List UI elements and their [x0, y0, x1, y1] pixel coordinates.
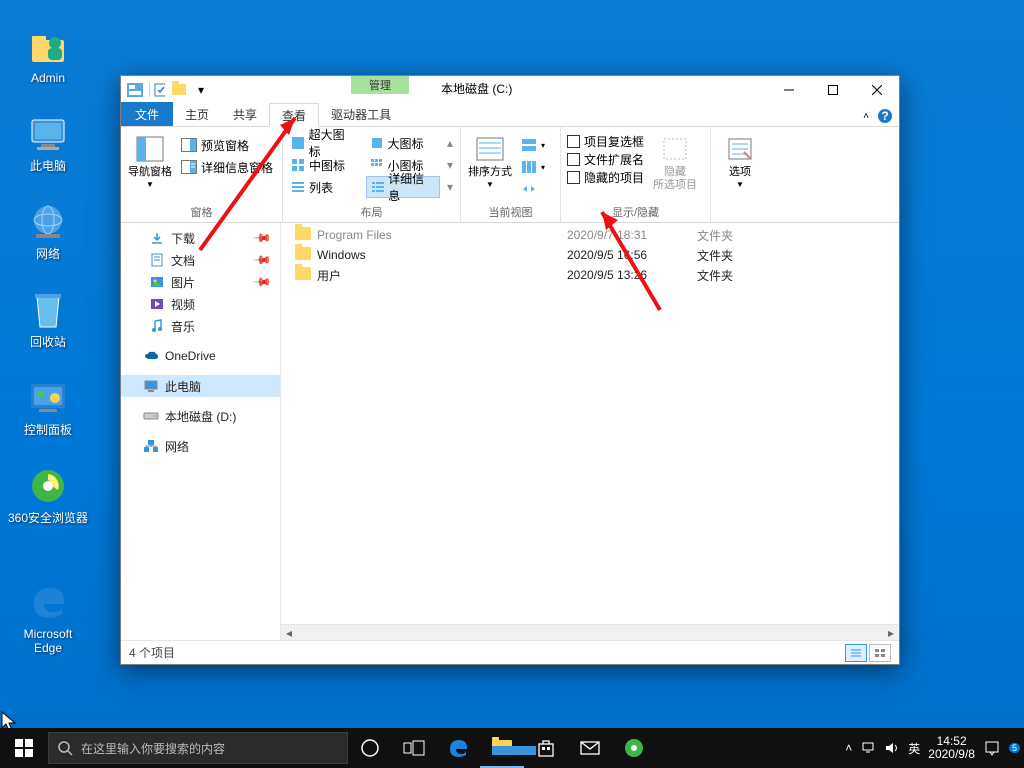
nav-music[interactable]: 音乐	[121, 315, 280, 337]
desktop-icon-360-browser[interactable]: 360安全浏览器	[5, 464, 91, 525]
status-bar: 4 个项目	[121, 640, 899, 664]
options-button[interactable]: 选项 ▼	[715, 130, 765, 189]
nav-disk-d[interactable]: 本地磁盘 (D:)	[121, 405, 280, 427]
nav-videos[interactable]: 视频	[121, 293, 280, 315]
hide-selected-button[interactable]: 隐藏 所选项目	[648, 130, 702, 192]
taskbar-mail-icon[interactable]	[568, 728, 612, 768]
help-icon[interactable]: ?	[877, 108, 893, 124]
tab-home[interactable]: 主页	[173, 102, 221, 126]
desktop-icon-edge[interactable]: Microsoft Edge	[11, 580, 85, 655]
360-browser-icon	[26, 464, 70, 508]
horizontal-scrollbar[interactable]: ◂ ▸	[281, 624, 899, 640]
group-by-button[interactable]: ▾	[517, 134, 549, 156]
recycle-bin-icon	[26, 288, 70, 332]
taskbar-taskview-icon[interactable]	[392, 728, 436, 768]
tray-clock[interactable]: 14:52 2020/9/8	[928, 735, 975, 761]
nav-downloads[interactable]: 下载📌	[121, 227, 280, 249]
close-button[interactable]	[855, 76, 899, 103]
context-tab-label: 管理	[351, 76, 409, 94]
navigation-pane-button[interactable]: 导航窗格 ▼	[125, 130, 175, 189]
scroll-right-arrow[interactable]: ▸	[883, 625, 899, 641]
tab-file[interactable]: 文件	[121, 102, 173, 126]
layout-details[interactable]: 详细信息	[366, 176, 441, 198]
desktop-icon-this-pc[interactable]: 此电脑	[11, 112, 85, 173]
qat-properties-icon[interactable]	[149, 83, 165, 97]
taskbar: 在这里输入你要搜索的内容 ˄ 英 14:52 2020/9/8 5	[0, 728, 1024, 768]
view-mode-large-icon[interactable]	[869, 644, 891, 662]
taskbar-file-explorer-icon[interactable]	[480, 728, 524, 768]
taskbar-edge-icon[interactable]	[436, 728, 480, 768]
tray-badge: 5	[1009, 743, 1020, 753]
file-explorer-window: ▾ 管理 本地磁盘 (C:) 文件 主页 共享 查看 驱动器工具 ˄ ? 导航窗…	[120, 75, 900, 665]
nav-pictures[interactable]: 图片📌	[121, 271, 280, 293]
user-folder-icon	[26, 24, 70, 68]
scroll-left-arrow[interactable]: ◂	[281, 625, 297, 641]
tray-chevron-up-icon[interactable]: ˄	[845, 741, 852, 755]
taskbar-360-icon[interactable]	[612, 728, 656, 768]
layout-gallery-expand[interactable]: ▾	[444, 176, 456, 198]
tray-volume-icon[interactable]	[884, 741, 900, 755]
file-extensions-toggle[interactable]: 文件扩展名	[565, 150, 646, 168]
tray-network-icon[interactable]	[860, 741, 876, 755]
tab-view[interactable]: 查看	[269, 103, 319, 127]
ribbon-tabs: 文件 主页 共享 查看 驱动器工具 ˄ ?	[121, 103, 899, 127]
layout-list[interactable]: 列表	[287, 176, 360, 198]
details-pane-button[interactable]: 详细信息窗格	[177, 156, 277, 178]
layout-scroll-up[interactable]: ▴	[444, 132, 456, 154]
tab-drive-tools[interactable]: 驱动器工具	[319, 102, 403, 126]
qat-new-folder-icon[interactable]	[171, 83, 187, 97]
computer-icon	[26, 112, 70, 156]
file-row-cut-off[interactable]: Program Files2020/9/7 18:31文件夹	[281, 225, 899, 245]
pin-icon: 📌	[252, 250, 272, 270]
item-checkboxes-toggle[interactable]: 项目复选框	[565, 132, 646, 150]
desktop-icon-control-panel[interactable]: 控制面板	[11, 376, 85, 437]
taskbar-search[interactable]: 在这里输入你要搜索的内容	[48, 732, 348, 764]
edge-icon	[26, 580, 70, 624]
layout-medium[interactable]: 中图标	[287, 154, 360, 176]
navigation-pane[interactable]: 下载📌 文档📌 图片📌 视频 音乐 OneDrive 此电脑 本地磁盘 (D:)…	[121, 223, 281, 640]
item-count: 4 个项目	[129, 644, 175, 661]
add-columns-button[interactable]: ▾	[517, 156, 549, 178]
nav-documents[interactable]: 文档📌	[121, 249, 280, 271]
chevron-up-icon[interactable]: ˄	[863, 111, 869, 122]
control-panel-icon	[26, 376, 70, 420]
tray-notifications-icon[interactable]	[983, 739, 1001, 757]
nav-network[interactable]: 网络	[121, 435, 280, 457]
titlebar[interactable]: ▾ 管理 本地磁盘 (C:)	[121, 76, 899, 103]
pin-icon: 📌	[252, 272, 272, 292]
search-icon	[57, 740, 73, 756]
layout-scroll-down[interactable]: ▾	[444, 154, 456, 176]
file-row[interactable]: 用户2020/9/5 13:26文件夹	[281, 265, 899, 285]
view-mode-details-icon[interactable]	[845, 644, 867, 662]
layout-extra-large[interactable]: 超大图标	[287, 132, 360, 154]
hidden-items-toggle[interactable]: 隐藏的项目	[565, 168, 646, 186]
desktop-icon-admin[interactable]: Admin	[11, 24, 85, 85]
nav-this-pc[interactable]: 此电脑	[121, 375, 280, 397]
qat-dropdown-icon[interactable]: ▾	[193, 83, 209, 97]
app-icon	[127, 83, 143, 97]
window-title: 本地磁盘 (C:)	[441, 80, 512, 97]
taskbar-cortana-icon[interactable]	[348, 728, 392, 768]
desktop-icon-network[interactable]: 网络	[11, 200, 85, 261]
svg-text:?: ?	[881, 109, 888, 123]
size-columns-button[interactable]	[517, 178, 549, 200]
tray-ime[interactable]: 英	[908, 740, 920, 757]
layout-large[interactable]: 大图标	[366, 132, 441, 154]
minimize-button[interactable]	[767, 76, 811, 103]
nav-onedrive[interactable]: OneDrive	[121, 345, 280, 367]
search-placeholder: 在这里输入你要搜索的内容	[81, 740, 225, 757]
preview-pane-button[interactable]: 预览窗格	[177, 134, 277, 156]
file-list-area: Program Files2020/9/7 18:31文件夹 Windows20…	[281, 223, 899, 640]
maximize-button[interactable]	[811, 76, 855, 103]
pin-icon: 📌	[252, 228, 272, 248]
globe-icon	[26, 200, 70, 244]
sort-by-button[interactable]: 排序方式 ▼	[465, 130, 515, 189]
file-row[interactable]: Windows2020/9/5 16:56文件夹	[281, 245, 899, 265]
tab-share[interactable]: 共享	[221, 102, 269, 126]
desktop-icon-recycle-bin[interactable]: 回收站	[11, 288, 85, 349]
ribbon: 导航窗格 ▼ 预览窗格 详细信息窗格 窗格 超大图标 大图标 中图标 小图标 列…	[121, 127, 899, 223]
start-button[interactable]	[0, 728, 48, 768]
